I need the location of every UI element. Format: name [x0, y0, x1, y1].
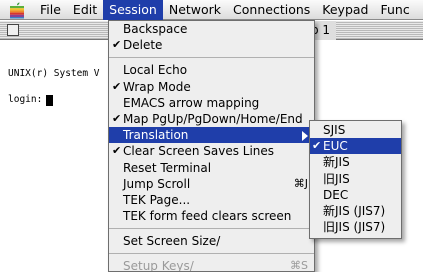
menu-bar: File Edit Session Network Connections Ke…	[0, 0, 423, 20]
menu-keypad[interactable]: Keypad	[316, 0, 374, 20]
menu-item-label: Local Echo	[123, 63, 188, 78]
menu-item-backspace[interactable]: Backspace	[109, 21, 314, 37]
submenu-item-label: 新JIS (JIS7)	[323, 203, 386, 218]
submenu-item-old-jis[interactable]: 旧JIS	[310, 171, 401, 187]
menu-item-label: Wrap Mode	[123, 79, 191, 94]
checkmark-icon: ✔	[312, 139, 322, 153]
checkmark-icon: ✔	[112, 144, 122, 158]
menu-item-label: TEK Page...	[123, 192, 191, 207]
menu-item-label: Set Screen Size/	[123, 234, 221, 249]
menu-separator	[109, 224, 314, 233]
checkmark-icon: ✔	[112, 111, 122, 125]
menu-session[interactable]: Session	[103, 0, 163, 20]
menu-item-delete[interactable]: ✔ Delete	[109, 37, 314, 53]
menu-item-label: Delete	[123, 38, 163, 53]
menu-func[interactable]: Func	[375, 0, 416, 20]
session-menu: Backspace ✔ Delete Local Echo ✔ Wrap Mod…	[108, 20, 315, 272]
menu-item-label: Reset Terminal	[123, 160, 212, 175]
menu-item-shortcut: ⌘S	[290, 259, 308, 272]
menu-item-label: TEK form feed clears screen	[123, 209, 292, 224]
menu-network[interactable]: Network	[163, 0, 227, 20]
submenu-item-sjis[interactable]: SJIS	[310, 122, 401, 138]
text-cursor	[46, 94, 54, 106]
checkmark-icon: ✔	[112, 79, 122, 93]
submenu-item-old-jis-jis7[interactable]: 旧JIS (JIS7)	[310, 219, 401, 235]
menu-connections[interactable]: Connections	[227, 0, 316, 20]
submenu-item-dec[interactable]: DEC	[310, 187, 401, 203]
menu-item-map-pgup[interactable]: ✔ Map PgUp/PgDown/Home/End	[109, 111, 314, 127]
submenu-item-label: DEC	[323, 187, 349, 202]
menu-item-translation[interactable]: Translation	[109, 127, 314, 144]
submenu-item-label: 旧JIS	[323, 171, 350, 186]
menu-item-label: Map PgUp/PgDown/Home/End	[123, 111, 303, 126]
apple-icon	[10, 2, 24, 18]
menu-item-jump-scroll[interactable]: Jump Scroll ⌘J	[109, 176, 314, 192]
submenu-item-new-jis[interactable]: 新JIS	[310, 154, 401, 170]
submenu-item-label: EUC	[323, 139, 348, 154]
login-prompt: login:	[8, 94, 43, 105]
menu-item-label: Setup Keys/	[123, 259, 194, 272]
menu-item-label: Jump Scroll	[123, 176, 191, 191]
menu-item-reset-terminal[interactable]: Reset Terminal	[109, 160, 314, 176]
submenu-item-euc[interactable]: ✔ EUC	[310, 138, 401, 155]
apple-menu[interactable]	[0, 0, 34, 20]
menu-item-set-screen-size[interactable]: Set Screen Size/	[109, 233, 314, 249]
submenu-item-label: SJIS	[323, 123, 346, 137]
checkmark-icon: ✔	[112, 38, 122, 52]
menu-file[interactable]: File	[34, 0, 67, 20]
translation-submenu: SJIS ✔ EUC 新JIS 旧JIS DEC 新JIS (JIS7) 旧JI…	[309, 120, 402, 239]
submenu-item-label: 新JIS	[323, 155, 350, 170]
menu-item-label: EMACS arrow mapping	[123, 95, 260, 110]
menu-item-shortcut: ⌘J	[293, 176, 308, 190]
menu-item-label: Translation	[123, 128, 189, 143]
submenu-arrow-icon	[302, 131, 308, 142]
menu-item-label: Backspace	[123, 22, 188, 36]
submenu-item-new-jis-jis7[interactable]: 新JIS (JIS7)	[310, 203, 401, 219]
menu-item-tek-page[interactable]: TEK Page...	[109, 192, 314, 208]
submenu-item-label: 旧JIS (JIS7)	[323, 220, 386, 235]
menu-item-wrap-mode[interactable]: ✔ Wrap Mode	[109, 79, 314, 95]
menu-item-tek-form-feed[interactable]: TEK form feed clears screen	[109, 208, 314, 224]
menu-item-local-echo[interactable]: Local Echo	[109, 62, 314, 78]
menu-item-setup-keys[interactable]: Setup Keys/ ⌘S	[109, 258, 314, 272]
menu-item-label: Clear Screen Saves Lines	[123, 144, 275, 159]
menu-item-clear-screen-saves-lines[interactable]: ✔ Clear Screen Saves Lines	[109, 143, 314, 159]
menu-item-emacs-arrow-mapping[interactable]: EMACS arrow mapping	[109, 95, 314, 111]
close-box[interactable]	[7, 24, 19, 36]
menu-separator	[109, 249, 314, 258]
menu-edit[interactable]: Edit	[67, 0, 103, 20]
menu-separator	[109, 53, 314, 62]
